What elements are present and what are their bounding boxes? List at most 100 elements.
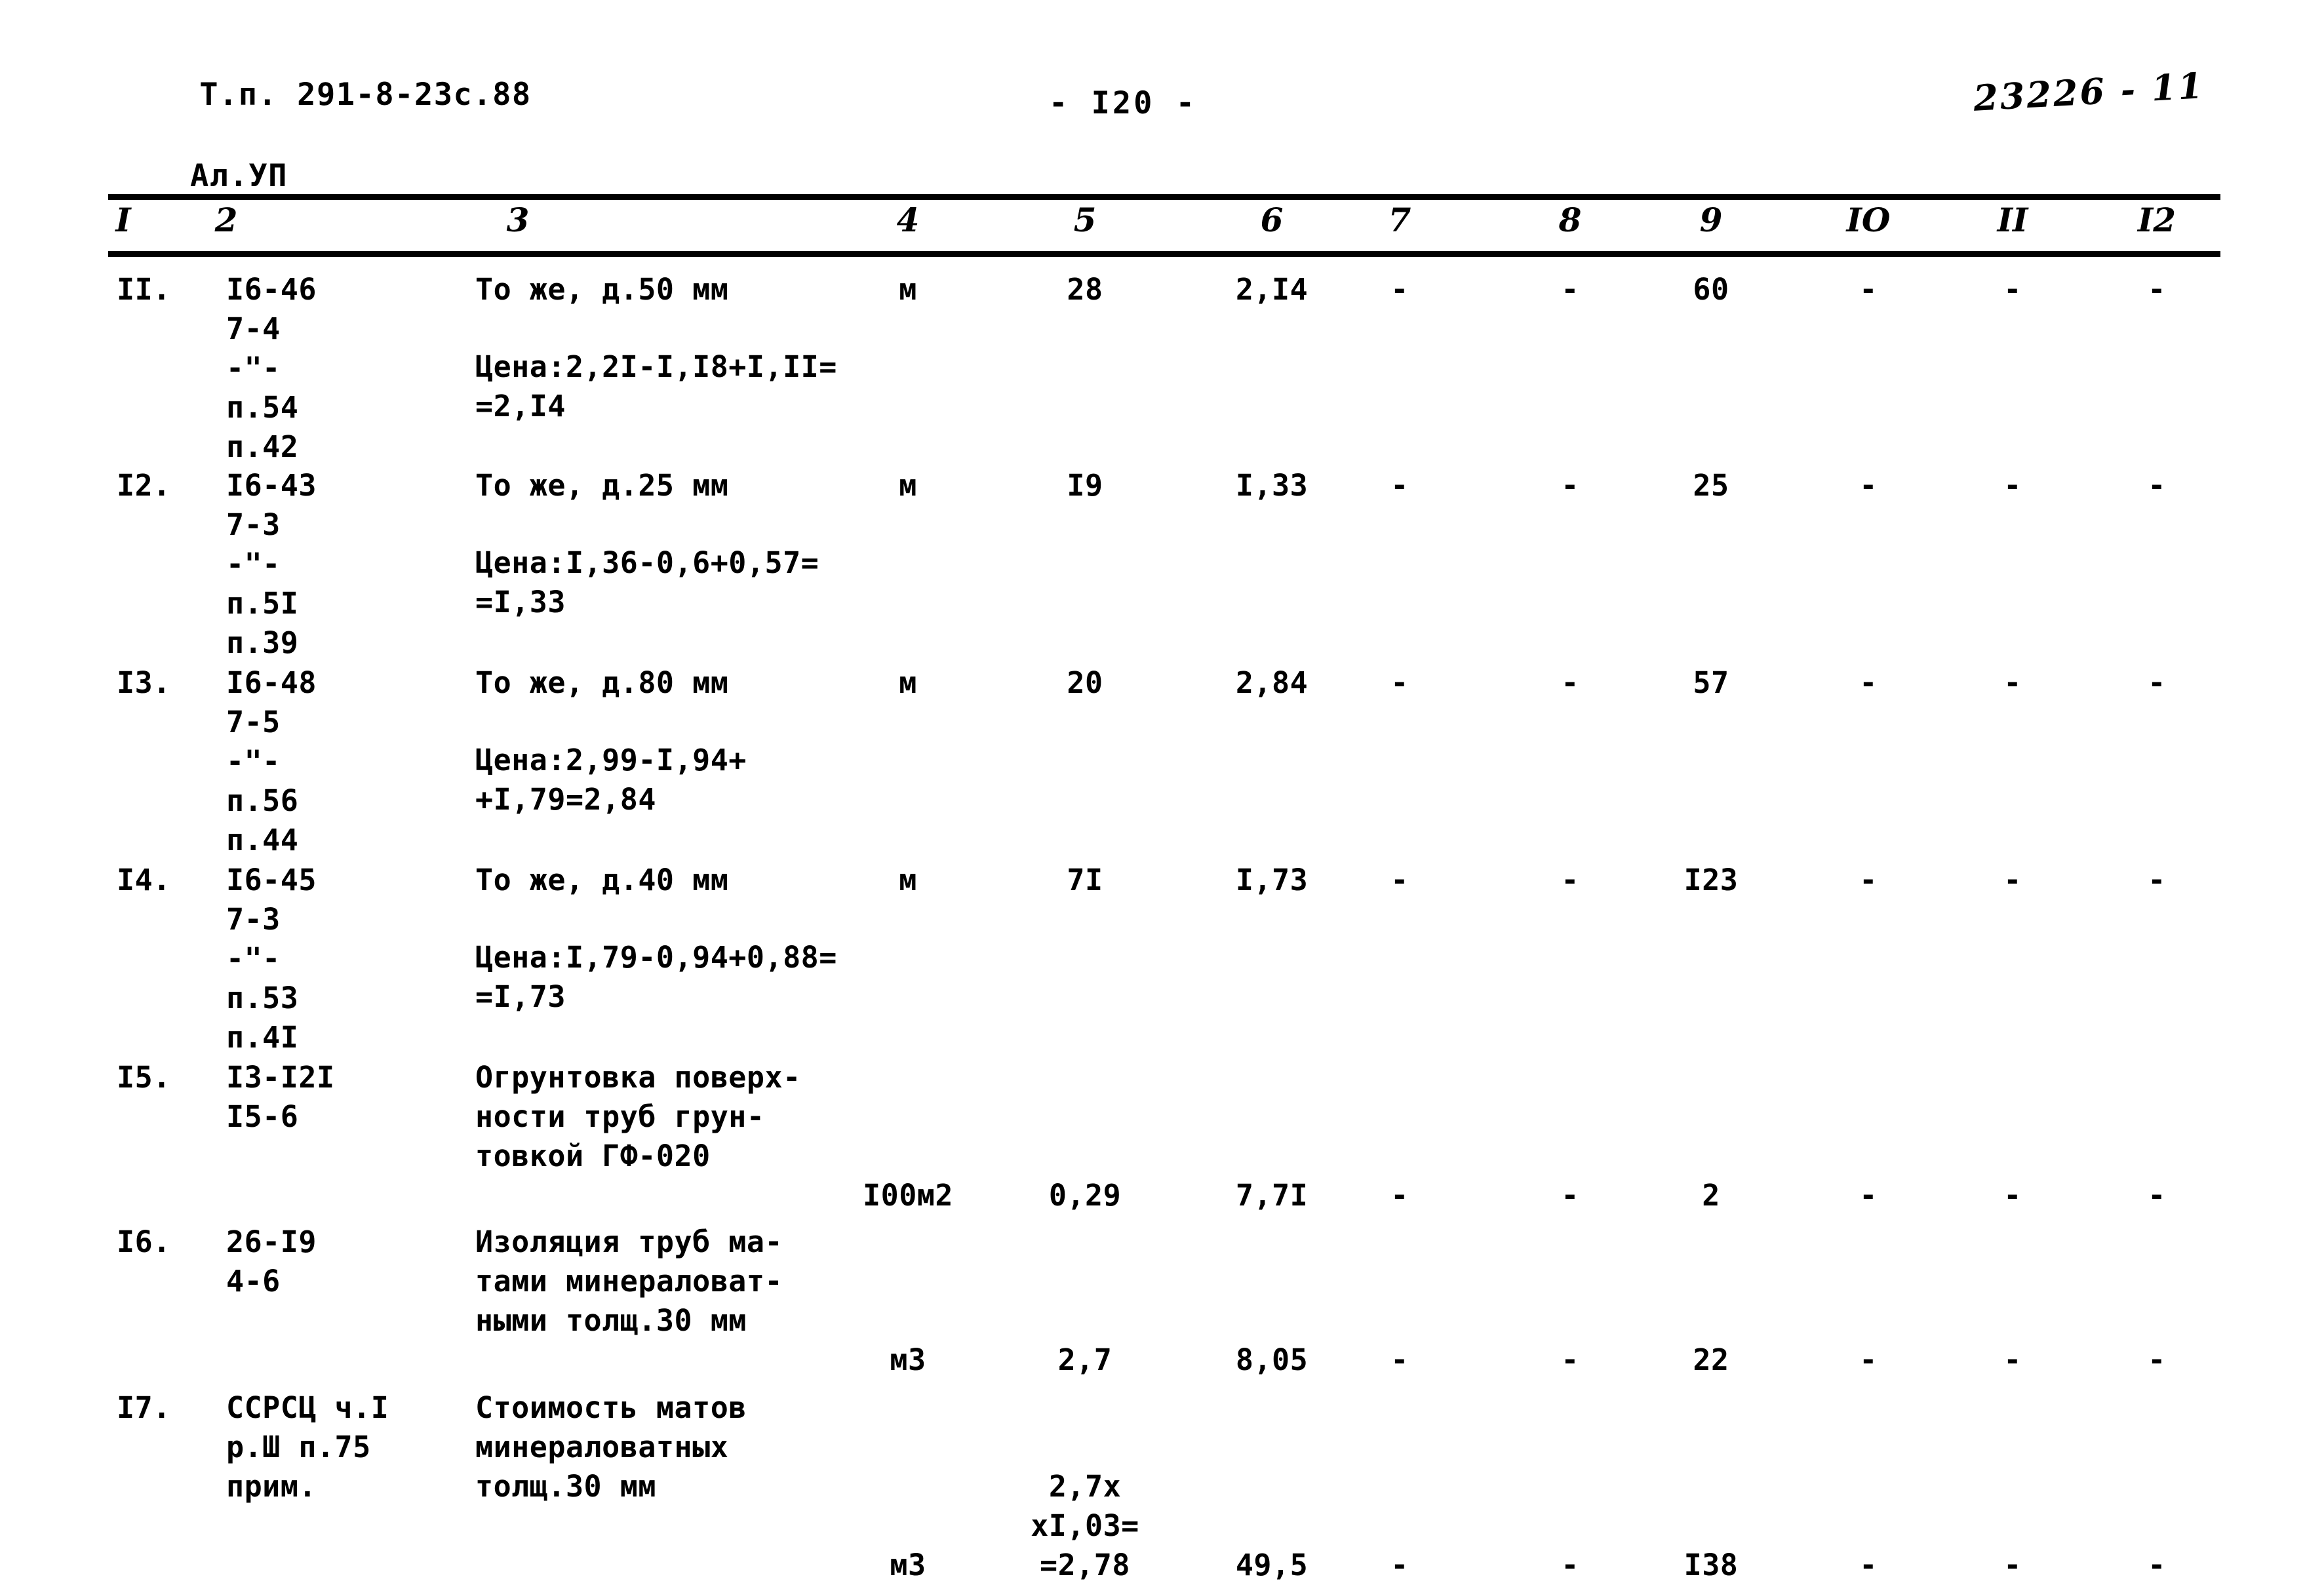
unit-of-measure-cell: м3 <box>890 1342 926 1377</box>
handwritten-archive-note: 23226 - 11 <box>1972 64 2206 119</box>
column-6-cell: 2,84 <box>1235 665 1309 700</box>
column-10-cell: - <box>1859 863 1878 897</box>
price-calculation-cell: Цена:2,99-I,94+ +I,79=2,84 <box>475 743 747 817</box>
work-description-cell: Огрунтовка поверх- ности труб грун- товк… <box>475 1060 801 1173</box>
column-12-cell: - <box>2148 1548 2166 1582</box>
column-header-9: 9 <box>1699 201 1723 239</box>
column-9-cell: 60 <box>1693 272 1729 307</box>
column-8-cell: - <box>1561 272 1579 307</box>
column-9-cell: 2 <box>1702 1178 1720 1213</box>
column-header-11: II <box>1997 201 2028 239</box>
justification-code-cell: I3-I2I I5-6 <box>226 1060 335 1134</box>
column-header-7: 7 <box>1388 201 1411 239</box>
column-7-cell: - <box>1390 468 1409 503</box>
column-header-5: 5 <box>1073 201 1097 239</box>
row-number-cell: II. <box>117 272 171 307</box>
column-9-cell: 57 <box>1693 665 1729 700</box>
quantity-cell: I9 <box>1067 468 1103 503</box>
column-10-cell: - <box>1859 468 1878 503</box>
column-header-8: 8 <box>1558 201 1582 239</box>
column-12-cell: - <box>2148 468 2166 503</box>
column-10-cell: - <box>1859 1548 1878 1582</box>
column-7-cell: - <box>1390 1342 1409 1377</box>
document-header: Т.п. 291-8-23с.88 Ал.УП - I20 - 23226 - … <box>0 0 2324 194</box>
table-row: I7. ССРСЦ ч.I р.Ш п.75 прим. Стоимость мат… <box>0 261 2324 1582</box>
unit-of-measure-cell: I00м2 <box>863 1178 953 1213</box>
column-11-cell: - <box>2003 665 2022 700</box>
column-6-cell: 8,05 <box>1235 1342 1309 1377</box>
column-7-cell: - <box>1390 863 1409 897</box>
row-number-cell: I3. <box>117 665 171 700</box>
quantity-cell: 28 <box>1067 272 1103 307</box>
column-6-cell: I,73 <box>1235 863 1309 897</box>
column-6-cell: I,33 <box>1235 468 1309 503</box>
column-12-cell: - <box>2148 863 2166 897</box>
page-number: - I20 - <box>1049 85 1198 121</box>
justification-code-cell: ССРСЦ ч.I р.Ш п.75 прим. <box>226 1390 389 1504</box>
column-11-cell: - <box>2003 272 2022 307</box>
document-code-line1: Т.п. 291-8-23с.88 <box>199 77 532 113</box>
unit-of-measure-cell: м <box>899 468 917 503</box>
column-9-cell: I23 <box>1684 863 1739 897</box>
quantity-cell: 2,7х хI,03= =2,78 <box>1031 1469 1139 1582</box>
table-column-header-row: I 2 3 4 5 6 7 8 9 IO II I2 <box>0 201 2324 250</box>
column-6-cell: 49,5 <box>1235 1548 1309 1582</box>
justification-code-cell: I6-43 7-3 -"- п.5I п.39 <box>226 468 317 660</box>
column-11-cell: - <box>2003 1342 2022 1377</box>
justification-code-cell: 26-I9 4-6 <box>226 1224 317 1299</box>
row-number-cell: I5. <box>117 1060 171 1095</box>
column-header-10: IO <box>1846 201 1891 239</box>
column-8-cell: - <box>1561 1178 1579 1213</box>
column-header-2: 2 <box>214 201 238 239</box>
justification-code-cell: I6-48 7-5 -"- п.56 п.44 <box>226 665 317 857</box>
column-8-cell: - <box>1561 665 1579 700</box>
column-11-cell: - <box>2003 1178 2022 1213</box>
column-11-cell: - <box>2003 863 2022 897</box>
column-9-cell: I38 <box>1684 1548 1739 1582</box>
column-10-cell: - <box>1859 1178 1878 1213</box>
work-description-cell: Стоимость матов минераловатных толщ.30 м… <box>475 1390 747 1504</box>
column-12-cell: - <box>2148 272 2166 307</box>
column-11-cell: - <box>2003 468 2022 503</box>
price-calculation-cell: Цена:I,79-0,94+0,88= =I,73 <box>475 940 837 1014</box>
column-8-cell: - <box>1561 1548 1579 1582</box>
column-header-4: 4 <box>896 201 920 239</box>
column-7-cell: - <box>1390 1548 1409 1582</box>
work-description-cell: То же, д.40 мм <box>475 863 729 897</box>
column-6-cell: 7,7I <box>1235 1178 1309 1213</box>
row-number-cell: I7. <box>117 1390 171 1425</box>
price-calculation-cell: Цена:2,2I-I,I8+I,II= =2,I4 <box>475 349 837 423</box>
column-11-cell: - <box>2003 1548 2022 1582</box>
quantity-cell: 20 <box>1067 665 1103 700</box>
column-header-6: 6 <box>1260 201 1284 239</box>
estimate-table-body: II. I6-46 7-4 -"- п.54 п.42 То же, д.50 мм… <box>0 257 2324 1582</box>
column-8-cell: - <box>1561 468 1579 503</box>
row-number-cell: I4. <box>117 863 171 897</box>
table-header-bottom-rule <box>108 251 2220 257</box>
column-header-1: I <box>115 201 131 239</box>
work-description-cell: То же, д.50 мм <box>475 272 729 307</box>
price-calculation-cell: Цена:I,36-0,6+0,57= =I,33 <box>475 545 819 619</box>
column-12-cell: - <box>2148 1342 2166 1377</box>
column-10-cell: - <box>1859 1342 1878 1377</box>
column-12-cell: - <box>2148 665 2166 700</box>
column-7-cell: - <box>1390 665 1409 700</box>
column-10-cell: - <box>1859 272 1878 307</box>
unit-of-measure-cell: м <box>899 863 917 897</box>
quantity-cell: 0,29 <box>1048 1178 1122 1213</box>
justification-code-cell: I6-45 7-3 -"- п.53 п.4I <box>226 863 317 1055</box>
justification-code-cell: I6-46 7-4 -"- п.54 п.42 <box>226 272 317 464</box>
column-8-cell: - <box>1561 863 1579 897</box>
column-header-12: I2 <box>2137 201 2176 239</box>
row-number-cell: I6. <box>117 1224 171 1259</box>
unit-of-measure-cell: м <box>899 272 917 307</box>
document-code-line2: Ал.УП <box>190 158 288 194</box>
column-6-cell: 2,I4 <box>1235 272 1309 307</box>
quantity-cell: 7I <box>1067 863 1103 897</box>
work-description-cell: Изоляция труб ма- тами минераловат- ными… <box>475 1224 783 1338</box>
unit-of-measure-cell: м3 <box>890 1548 926 1582</box>
unit-of-measure-cell: м <box>899 665 917 700</box>
column-10-cell: - <box>1859 665 1878 700</box>
column-9-cell: 22 <box>1693 1342 1729 1377</box>
column-header-3: 3 <box>506 201 530 239</box>
